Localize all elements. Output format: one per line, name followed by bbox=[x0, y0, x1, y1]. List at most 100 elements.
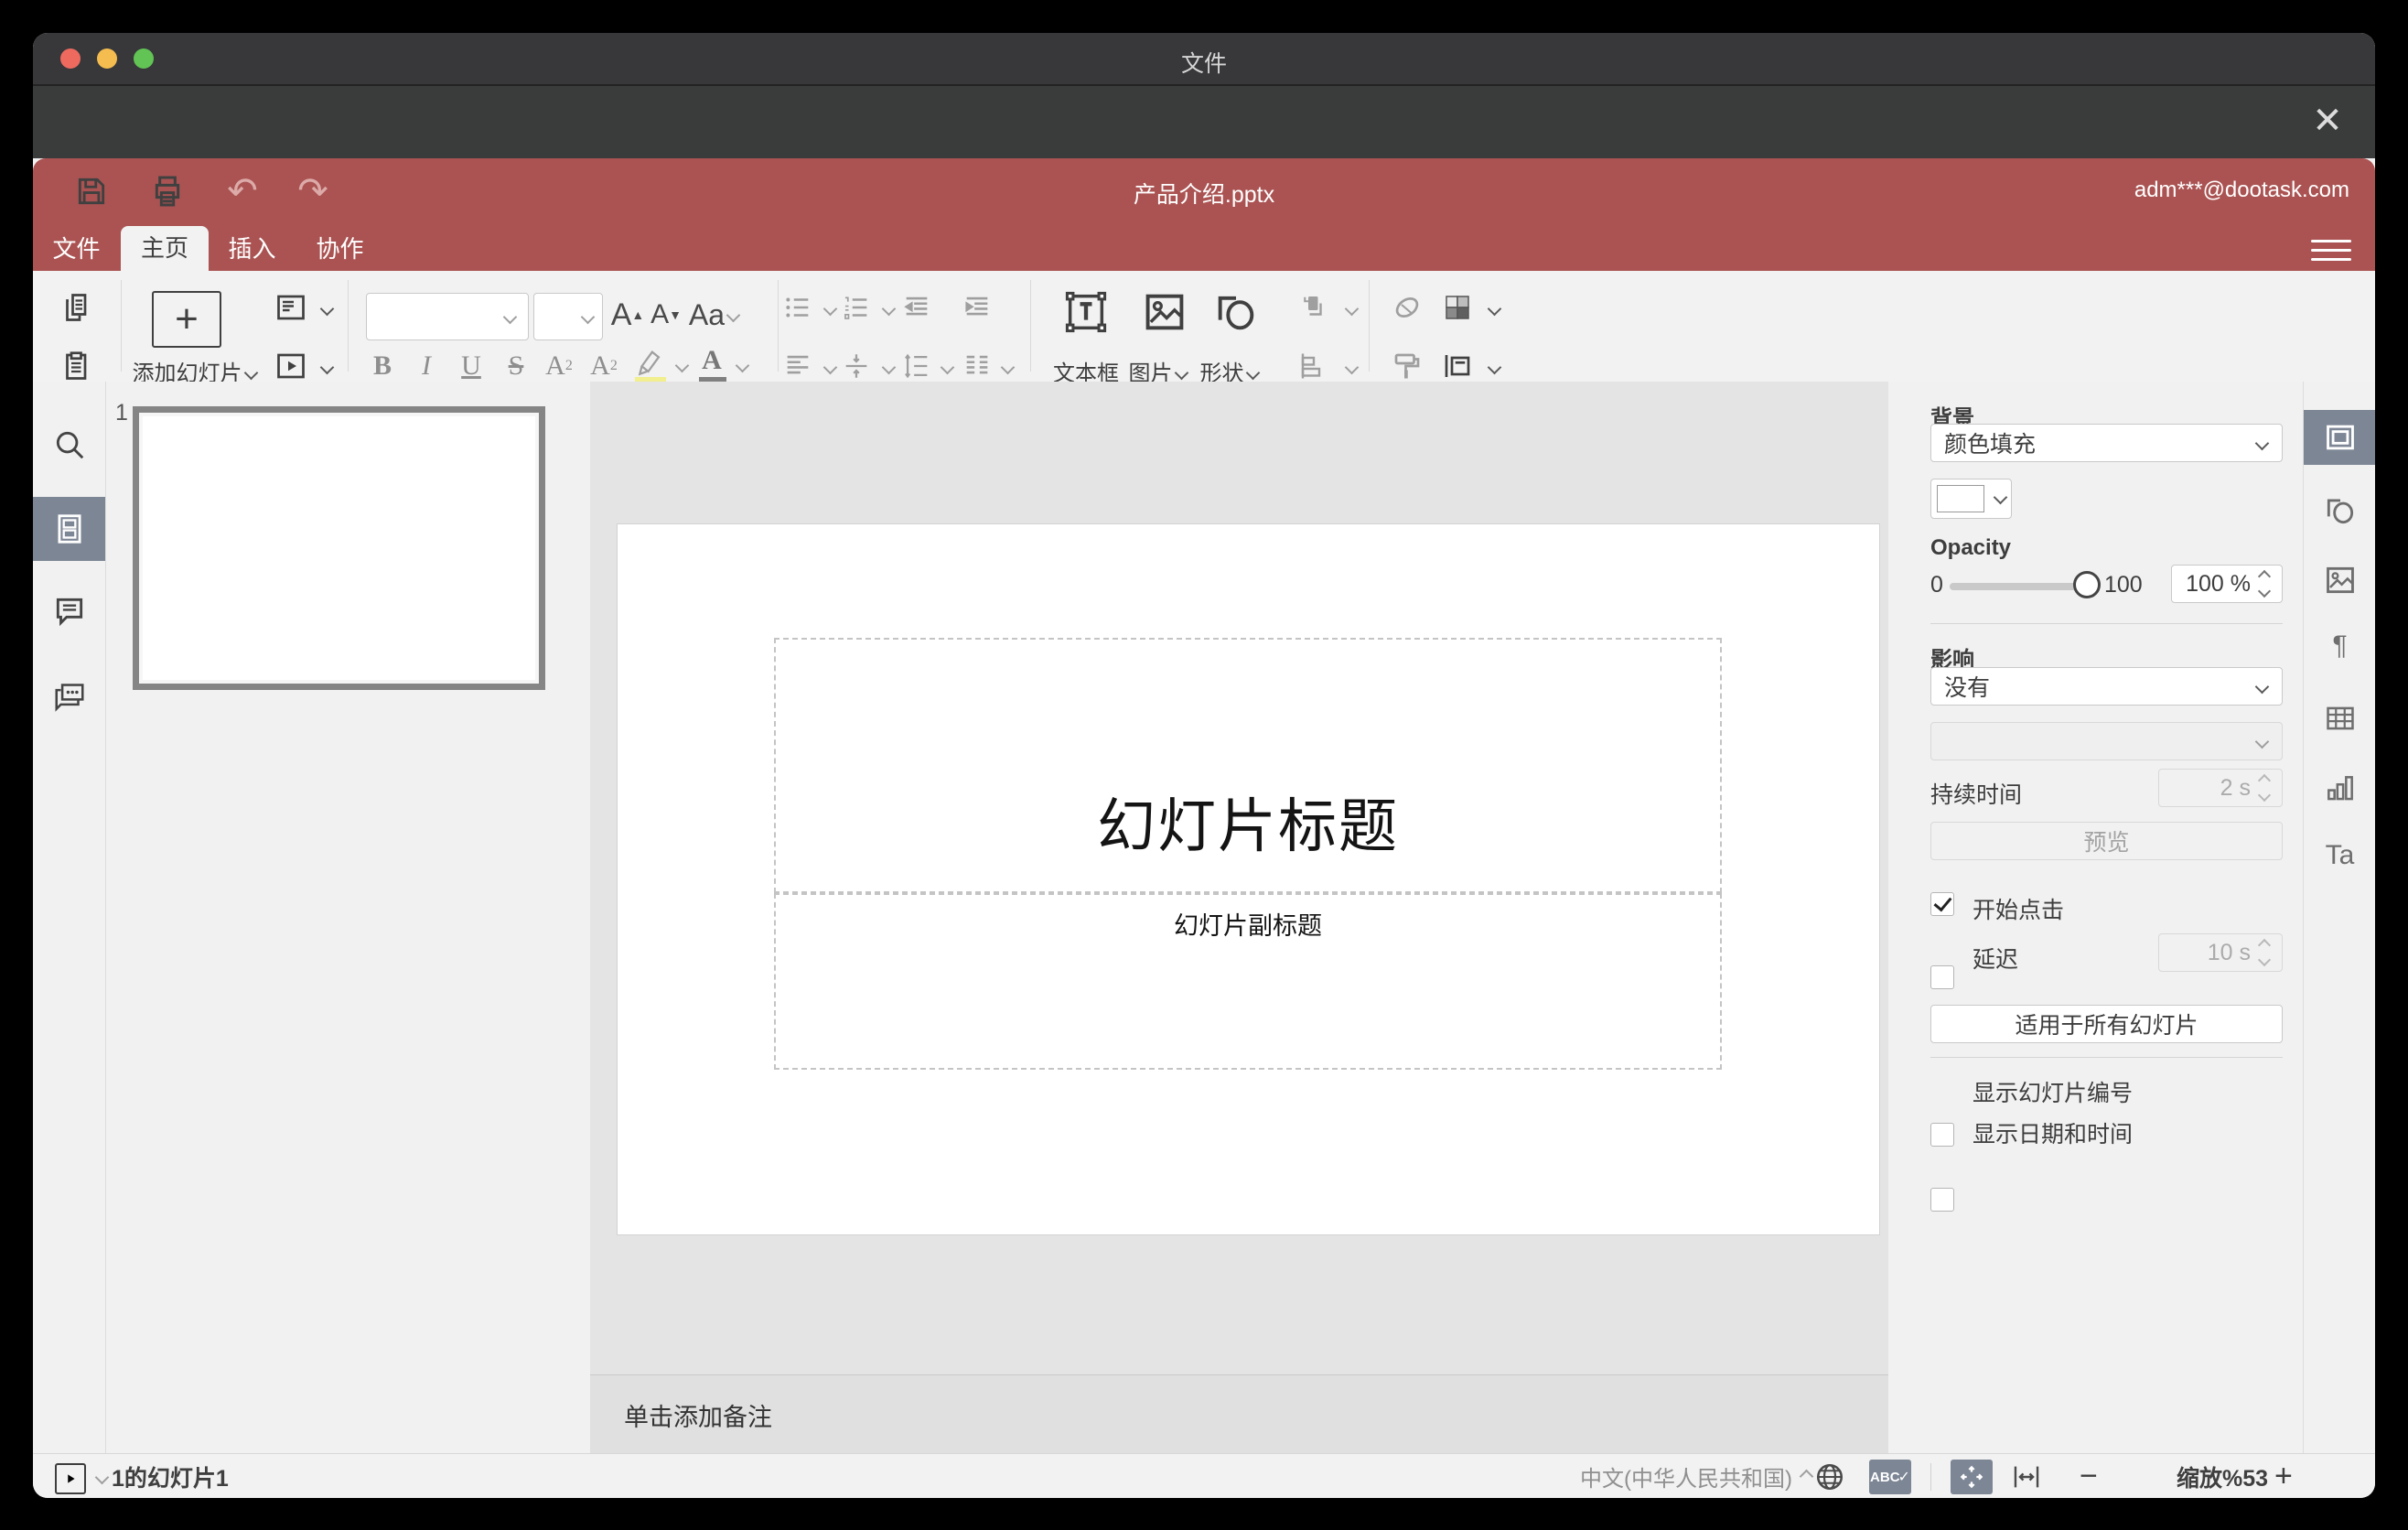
tab-collaboration[interactable]: 协作 bbox=[306, 228, 374, 271]
opacity-slider-track[interactable] bbox=[1950, 583, 2087, 590]
zoom-out-icon[interactable]: − bbox=[2080, 1454, 2098, 1498]
slide-settings-icon[interactable] bbox=[2304, 410, 2375, 465]
line-spacing-chevron-icon[interactable] bbox=[940, 360, 955, 375]
fit-to-slide-icon[interactable] bbox=[1951, 1460, 1993, 1494]
close-icon[interactable]: ✕ bbox=[2304, 97, 2351, 145]
decrease-font-icon[interactable]: A ▼ bbox=[648, 293, 684, 337]
tab-home-active[interactable]: 主页 bbox=[121, 226, 209, 271]
shape-settings-icon[interactable] bbox=[2304, 483, 2375, 538]
subtitle-placeholder[interactable]: 幻灯片副标题 bbox=[774, 893, 1722, 1070]
editor-window: 文件 ✕ ↶ ↷ 产品介绍.pptx adm***@dootask.com 文件… bbox=[33, 33, 2375, 1498]
show-slide-number-checkbox[interactable] bbox=[1930, 1123, 1954, 1147]
menu-icon[interactable] bbox=[2311, 233, 2351, 266]
font-size-select[interactable] bbox=[533, 293, 603, 340]
shape-icon[interactable] bbox=[1206, 284, 1266, 340]
background-color-swatch-select[interactable] bbox=[1930, 479, 2012, 519]
font-color-icon[interactable]: A bbox=[693, 344, 730, 377]
chat-icon[interactable] bbox=[33, 665, 105, 729]
start-slideshow-chevron-icon[interactable] bbox=[319, 360, 335, 375]
fit-to-width-icon[interactable] bbox=[2011, 1454, 2042, 1498]
document-language-icon[interactable] bbox=[1813, 1454, 1846, 1498]
slides-panel-icon[interactable] bbox=[33, 497, 105, 561]
decrease-indent-icon[interactable] bbox=[898, 287, 935, 328]
slide-thumbnail-selected[interactable] bbox=[133, 406, 545, 690]
font-name-select[interactable] bbox=[366, 293, 529, 340]
slide-layout-chevron-icon[interactable] bbox=[319, 301, 335, 317]
document-title: 产品介绍.pptx bbox=[1133, 182, 1275, 208]
vertical-align-chevron-icon[interactable] bbox=[881, 360, 897, 375]
font-color-chevron-icon[interactable] bbox=[735, 358, 750, 373]
columns-icon[interactable] bbox=[959, 346, 995, 386]
delay-input-disabled: 10 s bbox=[2158, 933, 2283, 972]
start-slideshow-status-icon[interactable] bbox=[55, 1463, 86, 1494]
image-settings-icon[interactable] bbox=[2304, 553, 2375, 608]
textart-settings-icon[interactable]: Ta bbox=[2304, 828, 2375, 883]
paragraph-settings-icon[interactable]: ¶ bbox=[2304, 619, 2375, 673]
vertical-align-icon[interactable] bbox=[838, 346, 875, 386]
horizontal-align-chevron-icon[interactable] bbox=[822, 360, 838, 375]
chart-settings-icon[interactable] bbox=[2304, 761, 2375, 816]
bold-icon[interactable]: B bbox=[364, 346, 401, 386]
slide-layout-icon[interactable] bbox=[271, 287, 311, 328]
arrange-chevron-icon[interactable] bbox=[1344, 301, 1360, 317]
search-icon[interactable] bbox=[33, 413, 105, 477]
account-email[interactable]: adm***@dootask.com bbox=[2134, 178, 2349, 203]
underline-icon[interactable]: U bbox=[453, 346, 489, 386]
bullets-chevron-icon[interactable] bbox=[822, 301, 838, 317]
increase-indent-icon[interactable] bbox=[959, 287, 995, 328]
color-scheme-icon[interactable] bbox=[1437, 287, 1478, 328]
copy-icon[interactable] bbox=[57, 287, 97, 328]
columns-chevron-icon[interactable] bbox=[1000, 360, 1016, 375]
title-placeholder[interactable]: 幻灯片标题 bbox=[774, 638, 1722, 893]
numbering-icon[interactable] bbox=[838, 287, 875, 328]
table-settings-icon[interactable] bbox=[2304, 691, 2375, 746]
subscript-icon[interactable]: A2 bbox=[584, 346, 624, 386]
highlight-color-icon[interactable] bbox=[629, 344, 670, 381]
italic-icon[interactable]: I bbox=[408, 346, 445, 386]
tab-file[interactable]: 文件 bbox=[42, 228, 111, 271]
slide-size-icon[interactable] bbox=[1437, 346, 1478, 386]
arrange-shapes-icon[interactable] bbox=[1294, 287, 1334, 328]
copy-style-icon[interactable] bbox=[1387, 346, 1427, 386]
slide-canvas[interactable]: 幻灯片标题 幻灯片副标题 bbox=[618, 524, 1879, 1234]
comments-icon[interactable] bbox=[33, 579, 105, 643]
overlay-header: ✕ bbox=[33, 86, 2375, 212]
align-shapes-icon[interactable] bbox=[1294, 346, 1334, 386]
add-slide-button[interactable]: + bbox=[152, 291, 221, 348]
bullets-icon[interactable] bbox=[779, 287, 816, 328]
start-slideshow-icon[interactable] bbox=[271, 346, 311, 386]
slideshow-mode-chevron-icon[interactable] bbox=[94, 1470, 110, 1485]
show-slide-number-label: 显示幻灯片编号 bbox=[1973, 1081, 2134, 1106]
picture-icon[interactable] bbox=[1134, 284, 1195, 340]
horizontal-align-icon[interactable] bbox=[779, 346, 816, 386]
change-case-icon[interactable]: Aa bbox=[688, 293, 741, 337]
notes-area[interactable]: 单击添加备注 bbox=[590, 1374, 1888, 1454]
paste-icon[interactable] bbox=[57, 346, 97, 386]
strikethrough-icon[interactable]: S bbox=[498, 346, 534, 386]
slide-size-chevron-icon[interactable] bbox=[1487, 360, 1502, 375]
zoom-in-icon[interactable]: + bbox=[2274, 1454, 2293, 1498]
apply-to-all-slides-button[interactable]: 适用于所有幻灯片 bbox=[1930, 1005, 2283, 1043]
language-selector[interactable]: 中文(中华人民共和国) bbox=[1580, 1454, 1814, 1498]
increase-font-icon[interactable]: A ▲ bbox=[609, 293, 646, 337]
superscript-icon[interactable]: A2 bbox=[539, 346, 579, 386]
textbox-icon[interactable] bbox=[1056, 284, 1116, 340]
tab-insert[interactable]: 插入 bbox=[218, 228, 286, 271]
zoom-level[interactable]: 缩放%53 bbox=[2177, 1454, 2268, 1498]
effect-type-select-disabled bbox=[1930, 722, 2283, 760]
start-on-click-checkbox[interactable] bbox=[1930, 892, 1954, 916]
clear-style-icon[interactable] bbox=[1387, 287, 1427, 328]
numbering-chevron-icon[interactable] bbox=[881, 301, 897, 317]
thumbnail-number: 1 bbox=[115, 400, 128, 426]
opacity-slider-handle[interactable] bbox=[2073, 571, 2101, 598]
background-fill-select[interactable]: 颜色填充 bbox=[1930, 424, 2283, 462]
highlight-chevron-icon[interactable] bbox=[674, 358, 690, 373]
effect-select[interactable]: 没有 bbox=[1930, 667, 2283, 706]
color-scheme-chevron-icon[interactable] bbox=[1487, 301, 1502, 317]
line-spacing-icon[interactable] bbox=[898, 346, 935, 386]
delay-checkbox[interactable] bbox=[1930, 965, 1954, 989]
align-shapes-chevron-icon[interactable] bbox=[1344, 360, 1360, 375]
opacity-value-input[interactable]: 100 % bbox=[2171, 565, 2283, 603]
show-date-time-checkbox[interactable] bbox=[1930, 1188, 1954, 1212]
spell-check-icon[interactable]: ABC ✓ bbox=[1869, 1460, 1911, 1494]
